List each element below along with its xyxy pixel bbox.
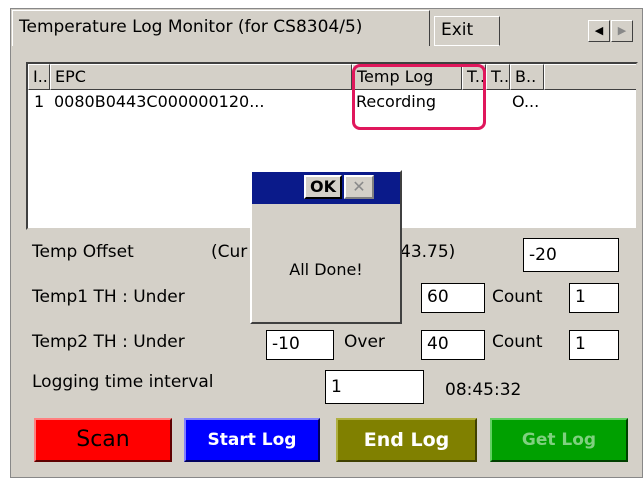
dialog-close-button[interactable]: ✕ bbox=[344, 175, 374, 199]
dialog-title-bar: OK ✕ bbox=[252, 172, 400, 204]
temp2-under-input[interactable]: -10 bbox=[266, 330, 334, 360]
temp-log-highlight-annotation bbox=[352, 64, 486, 130]
start-log-button[interactable]: Start Log bbox=[184, 418, 320, 462]
column-header-b[interactable]: B.. bbox=[510, 64, 544, 90]
temp2-count-label: Count bbox=[492, 332, 543, 352]
column-header-t2[interactable]: T.. bbox=[486, 64, 510, 90]
cell-b: O... bbox=[512, 92, 540, 111]
column-header-filler bbox=[544, 64, 636, 90]
logging-interval-input[interactable]: 1 bbox=[325, 370, 424, 404]
logging-interval-label: Logging time interval bbox=[32, 372, 214, 392]
dialog-message: All Done! bbox=[289, 260, 363, 279]
temp1-count-input[interactable]: 1 bbox=[569, 283, 619, 313]
temp-offset-input[interactable]: -20 bbox=[523, 238, 619, 272]
tab-temperature-log-monitor[interactable]: Temperature Log Monitor (for CS8304/5) bbox=[12, 10, 430, 46]
tab-scroll-right-button[interactable]: ▶ bbox=[611, 20, 633, 42]
table-row[interactable]: 1 0080B0443C000000120... Recording O... bbox=[28, 91, 636, 115]
temp2-over-label: Over bbox=[344, 332, 385, 352]
close-icon: ✕ bbox=[352, 177, 366, 196]
current-offset-prefix: (Cur bbox=[211, 242, 248, 262]
tab-scroll-left-button[interactable]: ◀ bbox=[588, 20, 610, 42]
clock-display: 08:45:32 bbox=[445, 380, 522, 400]
temp1-over-input[interactable]: 60 bbox=[421, 283, 485, 313]
temp2-over-input[interactable]: 40 bbox=[421, 330, 485, 360]
current-offset-suffix: 43.75) bbox=[400, 242, 456, 262]
end-log-button[interactable]: End Log bbox=[336, 418, 477, 462]
column-header-index[interactable]: I.. bbox=[28, 64, 50, 90]
temp1-under-label: Temp1 TH : Under bbox=[32, 287, 185, 307]
left-arrow-icon: ◀ bbox=[594, 24, 604, 37]
dialog-ok-button[interactable]: OK bbox=[304, 175, 342, 199]
right-arrow-icon: ▶ bbox=[617, 24, 627, 37]
temp-offset-label: Temp Offset bbox=[32, 242, 134, 262]
get-log-button[interactable]: Get Log bbox=[490, 418, 628, 462]
temp2-under-label: Temp2 TH : Under bbox=[32, 332, 185, 352]
cell-epc: 0080B0443C000000120... bbox=[54, 92, 265, 111]
temp2-count-input[interactable]: 1 bbox=[569, 330, 619, 360]
cell-index: 1 bbox=[34, 92, 45, 111]
scan-button[interactable]: Scan bbox=[34, 418, 172, 462]
column-header-epc[interactable]: EPC bbox=[50, 64, 352, 90]
temp1-count-label: Count bbox=[492, 287, 543, 307]
tab-exit[interactable]: Exit bbox=[434, 16, 500, 46]
message-dialog: OK ✕ All Done! bbox=[250, 170, 402, 324]
